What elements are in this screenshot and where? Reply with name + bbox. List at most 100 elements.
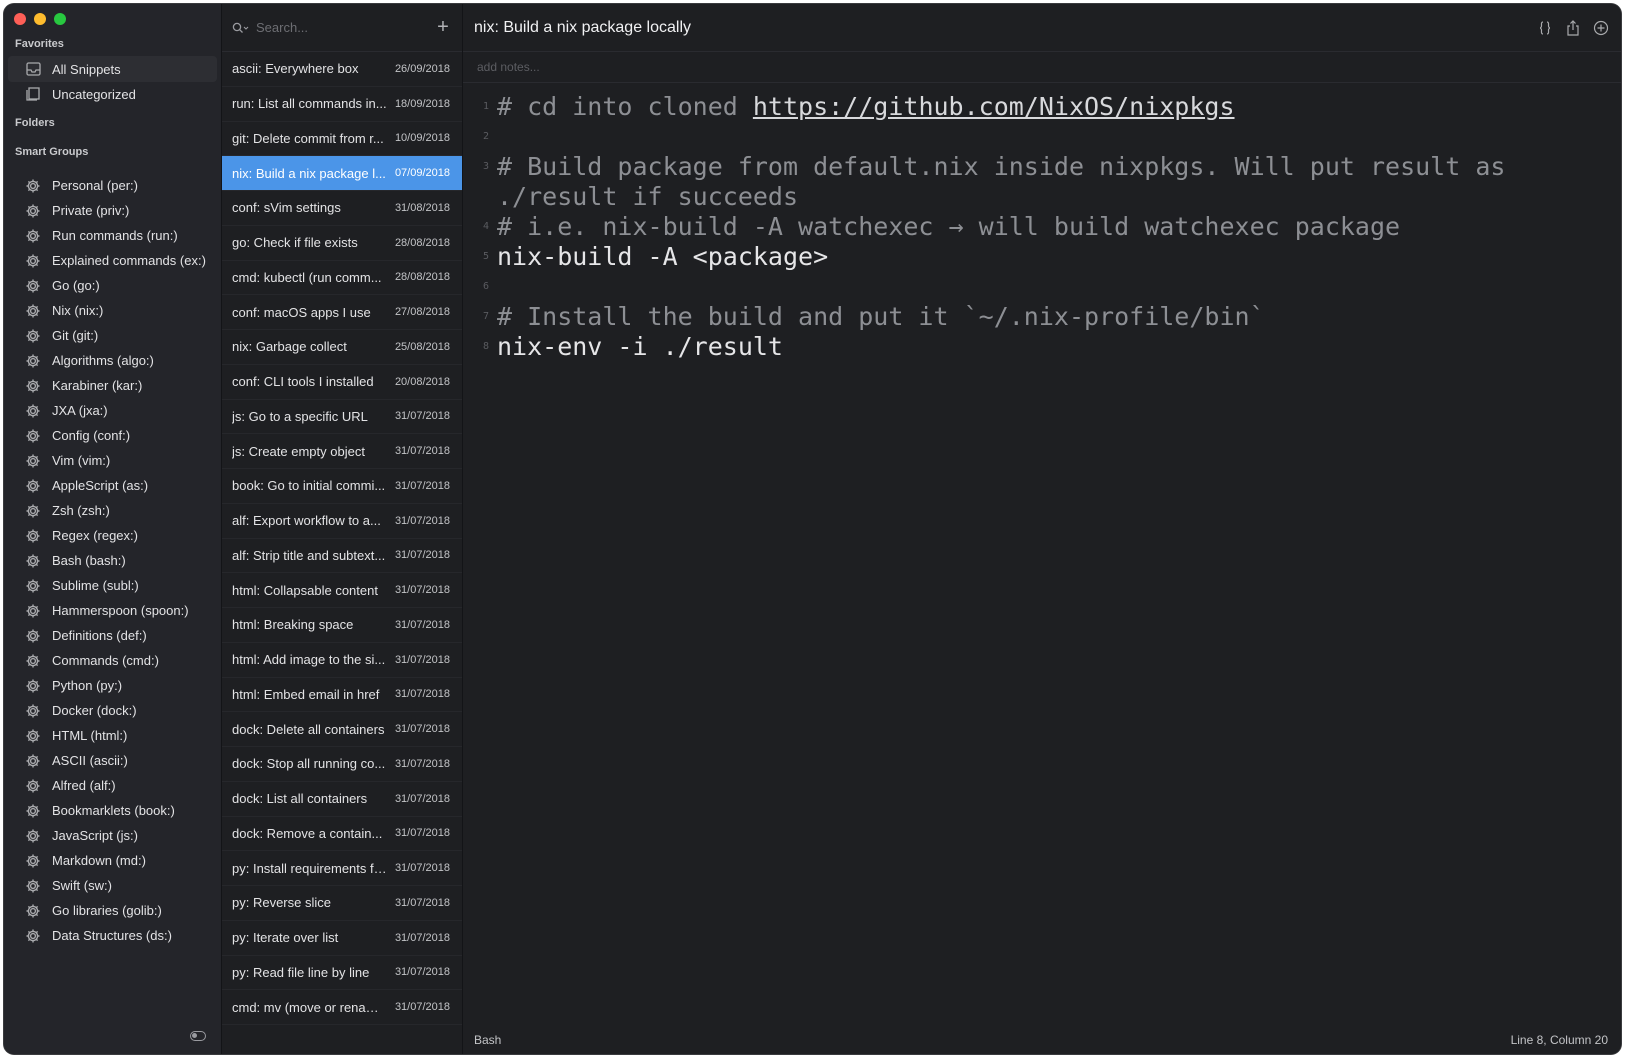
sidebar-item-smart-group[interactable]: Git (git:) [8, 323, 217, 348]
search-icon[interactable] [232, 22, 254, 34]
code-editor[interactable]: 1 # cd into cloned https://github.com/Nix… [463, 92, 1621, 362]
line-number: 6 [482, 281, 489, 292]
sidebar-item-smart-group[interactable]: Karabiner (kar:) [8, 373, 217, 398]
sidebar-item-smart-group[interactable]: Go (go:) [8, 273, 217, 298]
snippet-row[interactable]: conf: macOS apps I use 27/08/2018 [222, 295, 462, 330]
sidebar-item-smart-group[interactable]: Private (priv:) [8, 198, 217, 223]
snippet-row-date: 25/08/2018 [394, 340, 450, 353]
snippet-row[interactable]: conf: CLI tools I installed 20/08/2018 [222, 365, 462, 400]
add-snippet-button[interactable]: + [434, 16, 452, 39]
snippet-row[interactable]: ascii: Everywhere box 26/09/2018 [222, 52, 462, 87]
sidebar-item-label: Data Structures (ds:) [52, 928, 172, 943]
snippet-row[interactable]: nix: Garbage collect 25/08/2018 [222, 330, 462, 365]
snippet-row[interactable]: git: Delete commit from r... 10/09/2018 [222, 122, 462, 157]
minimize-window-button[interactable] [34, 13, 46, 25]
sidebar-item-smart-group[interactable]: Markdown (md:) [8, 848, 217, 873]
gear-icon [24, 902, 42, 920]
code-line-text: # Build package from default.nix inside … [497, 152, 1621, 212]
search-input[interactable] [254, 19, 434, 36]
language-selector[interactable]: Bash [474, 1033, 501, 1047]
snippet-row[interactable]: dock: Stop all running co... 31/07/2018 [222, 747, 462, 782]
snippet-row[interactable]: py: Reverse slice 31/07/2018 [222, 886, 462, 921]
notes-input[interactable] [475, 59, 1079, 75]
sidebar-item-smart-group[interactable]: Personal (per:) [8, 173, 217, 198]
sidebar-item-smart-group[interactable]: Python (py:) [8, 673, 217, 698]
snippet-row-date: 31/07/2018 [394, 410, 450, 423]
sidebar-item-smart-group[interactable]: JavaScript (js:) [8, 823, 217, 848]
snippet-row[interactable]: js: Go to a specific URL 31/07/2018 [222, 400, 462, 435]
sidebar-item-smart-group[interactable]: ASCII (ascii:) [8, 748, 217, 773]
sidebar-item-smart-group[interactable]: Bookmarklets (book:) [8, 798, 217, 823]
snippet-row[interactable]: cmd: mv (move or renam... 31/07/2018 [222, 990, 462, 1025]
snippet-row[interactable]: html: Add image to the si... 31/07/2018 [222, 643, 462, 678]
snippet-row[interactable]: alf: Strip title and subtext... 31/07/201… [222, 539, 462, 574]
sidebar-item-label: Swift (sw:) [52, 878, 112, 893]
smart-groups-list: Personal (per:) Private (priv:) Run comman… [4, 173, 221, 948]
gear-icon [24, 452, 42, 470]
sidebar-item-smart-group[interactable]: Config (conf:) [8, 423, 217, 448]
share-icon[interactable] [1565, 19, 1581, 36]
editor-actions [1537, 19, 1609, 36]
sidebar-item-smart-group[interactable]: Zsh (zsh:) [8, 498, 217, 523]
snippet-row-title: dock: Stop all running co... [232, 756, 386, 772]
sidebar-item-smart-group[interactable]: Regex (regex:) [8, 523, 217, 548]
sidebar-item-smart-group[interactable]: Commands (cmd:) [8, 648, 217, 673]
sidebar-item-smart-group[interactable]: Alfred (alf:) [8, 773, 217, 798]
gear-icon [24, 577, 42, 595]
snippet-row[interactable]: js: Create empty object 31/07/2018 [222, 434, 462, 469]
sidebar-item-smart-group[interactable]: AppleScript (as:) [8, 473, 217, 498]
sidebar-item-smart-group[interactable]: HTML (html:) [8, 723, 217, 748]
snippet-row-date: 31/07/2018 [394, 792, 450, 805]
snippet-row[interactable]: conf: sVim settings 31/08/2018 [222, 191, 462, 226]
snippet-row[interactable]: html: Collapsable content 31/07/2018 [222, 573, 462, 608]
sidebar-item-smart-group[interactable]: Run commands (run:) [8, 223, 217, 248]
gear-icon [24, 777, 42, 795]
sidebar-item-smart-group[interactable]: Bash (bash:) [8, 548, 217, 573]
gear-icon [24, 502, 42, 520]
sidebar-item-smart-group[interactable]: Nix (nix:) [8, 298, 217, 323]
sidebar-item-smart-group[interactable]: Data Structures (ds:) [8, 923, 217, 948]
snippet-row[interactable]: dock: Delete all containers 31/07/2018 [222, 712, 462, 747]
snippet-row[interactable]: go: Check if file exists 28/08/2018 [222, 226, 462, 261]
snippet-row-date: 26/09/2018 [394, 62, 450, 75]
sidebar-item-smart-group[interactable]: Algorithms (algo:) [8, 348, 217, 373]
add-circle-icon[interactable] [1593, 20, 1609, 36]
snippet-row[interactable]: dock: List all containers 31/07/2018 [222, 782, 462, 817]
sidebar-item-all-snippets[interactable]: All Snippets [8, 56, 217, 82]
sidebar-item-smart-group[interactable]: Go libraries (golib:) [8, 898, 217, 923]
sidebar-item-smart-group[interactable]: Definitions (def:) [8, 623, 217, 648]
code-link[interactable]: https://github.com/NixOS/nixpkgs [753, 92, 1235, 121]
sidebar-item-smart-group[interactable]: Swift (sw:) [8, 873, 217, 898]
snippet-title[interactable]: nix: Build a nix package locally [474, 19, 1537, 37]
code-line-text: nix-env -i ./result [497, 332, 1621, 362]
close-window-button[interactable] [14, 13, 26, 25]
snippet-row[interactable]: nix: Build a nix package l... 07/09/2018 [222, 156, 462, 191]
snippet-row[interactable]: dock: Remove a contain... 31/07/2018 [222, 817, 462, 852]
snippet-row[interactable]: html: Embed email in href 31/07/2018 [222, 678, 462, 713]
snippet-row[interactable]: book: Go to initial commi... 31/07/2018 [222, 469, 462, 504]
sidebar-item-smart-group[interactable]: Vim (vim:) [8, 448, 217, 473]
sidebar-item-smart-group[interactable]: JXA (jxa:) [8, 398, 217, 423]
gear-icon [24, 527, 42, 545]
snippet-row-title: js: Create empty object [232, 443, 365, 459]
snippet-row[interactable]: py: Install requirements fr... 31/07/2018 [222, 851, 462, 886]
sidebar-item-label: Python (py:) [52, 678, 123, 693]
code-comment: # Build package from default.nix inside … [497, 152, 1521, 211]
snippet-row-date: 31/07/2018 [394, 896, 450, 909]
sidebar-item-smart-group[interactable]: Sublime (subl:) [8, 573, 217, 598]
sidebar-item-uncategorized[interactable]: Uncategorized [8, 81, 217, 107]
sidebar-item-smart-group[interactable]: Hammerspoon (spoon:) [8, 598, 217, 623]
snippet-row[interactable]: html: Breaking space 31/07/2018 [222, 608, 462, 643]
snippet-row-title: html: Breaking space [232, 617, 354, 633]
snippet-row[interactable]: py: Iterate over list 31/07/2018 [222, 921, 462, 956]
snippet-row[interactable]: cmd: kubectl (run comm... 28/08/2018 [222, 261, 462, 296]
sidebar-toggle-icon[interactable] [190, 1031, 206, 1041]
snippet-row[interactable]: alf: Export workflow to a... 31/07/2018 [222, 504, 462, 539]
snippet-row[interactable]: py: Read file line by line 31/07/2018 [222, 956, 462, 991]
sidebar-item-smart-group[interactable]: Docker (dock:) [8, 698, 217, 723]
gear-icon [24, 602, 42, 620]
braces-icon[interactable] [1537, 20, 1553, 36]
zoom-window-button[interactable] [54, 13, 66, 25]
sidebar-item-smart-group[interactable]: Explained commands (ex:) [8, 248, 217, 273]
snippet-row[interactable]: run: List all commands in... 18/09/2018 [222, 87, 462, 122]
